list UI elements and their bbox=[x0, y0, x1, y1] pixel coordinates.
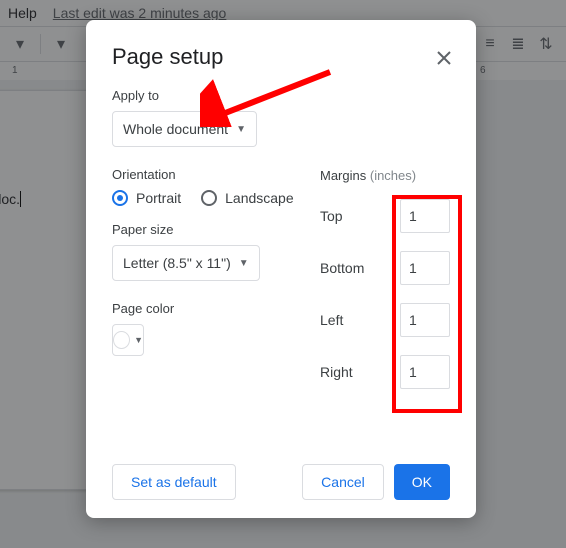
paper-size-label: Paper size bbox=[112, 222, 298, 237]
orientation-portrait[interactable]: Portrait bbox=[112, 190, 181, 206]
margin-left-input[interactable] bbox=[400, 303, 450, 337]
apply-to-dropdown[interactable]: Whole document ▼ bbox=[112, 111, 257, 147]
paper-size-dropdown[interactable]: Letter (8.5" x 11") ▼ bbox=[112, 245, 260, 281]
chevron-down-icon: ▼ bbox=[239, 258, 249, 269]
cancel-button[interactable]: Cancel bbox=[302, 464, 384, 500]
apply-to-value: Whole document bbox=[123, 121, 228, 137]
chevron-down-icon: ▼ bbox=[134, 335, 143, 345]
orientation-landscape[interactable]: Landscape bbox=[201, 190, 294, 206]
margin-right-input[interactable] bbox=[400, 355, 450, 389]
dialog-title: Page setup bbox=[112, 44, 450, 70]
ok-button[interactable]: OK bbox=[394, 464, 450, 500]
margin-left-label: Left bbox=[320, 312, 343, 328]
margins-unit: (inches) bbox=[370, 168, 416, 183]
color-swatch-icon bbox=[113, 331, 130, 349]
margin-right-label: Right bbox=[320, 364, 353, 380]
portrait-label: Portrait bbox=[136, 190, 181, 206]
margin-top-input[interactable] bbox=[400, 199, 450, 233]
chevron-down-icon: ▼ bbox=[236, 124, 246, 135]
page-setup-dialog: Page setup Apply to Whole document ▼ Ori… bbox=[86, 20, 476, 518]
margins-label: Margins bbox=[320, 168, 370, 183]
radio-icon bbox=[201, 190, 217, 206]
radio-icon bbox=[112, 190, 128, 206]
apply-to-label: Apply to bbox=[112, 88, 450, 103]
set-as-default-button[interactable]: Set as default bbox=[112, 464, 236, 500]
page-color-label: Page color bbox=[112, 301, 298, 316]
margin-bottom-input[interactable] bbox=[400, 251, 450, 285]
landscape-label: Landscape bbox=[225, 190, 294, 206]
close-icon[interactable] bbox=[434, 48, 454, 68]
orientation-label: Orientation bbox=[112, 167, 298, 182]
page-color-picker[interactable]: ▼ bbox=[112, 324, 144, 356]
margin-top-label: Top bbox=[320, 208, 343, 224]
margin-bottom-label: Bottom bbox=[320, 260, 364, 276]
paper-size-value: Letter (8.5" x 11") bbox=[123, 255, 231, 271]
